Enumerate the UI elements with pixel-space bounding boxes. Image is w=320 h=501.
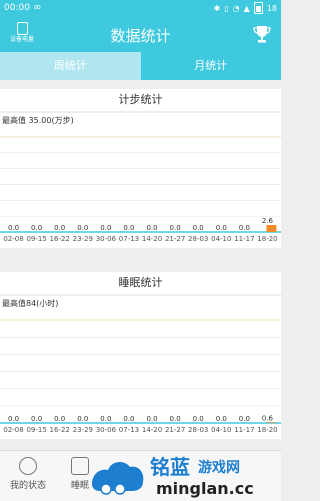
bar: [266, 422, 277, 423]
bar-value-label: 0.0: [239, 415, 250, 423]
status-icon: [19, 457, 37, 475]
x-tick-label: 28-03: [188, 235, 208, 243]
nav-my-status-label: 我的状态: [9, 481, 46, 491]
bluetooth-icon: ✱: [213, 3, 221, 13]
bar-value-label: 0.0: [239, 224, 250, 232]
watermark-url: minglan.cc: [156, 479, 254, 498]
bar-value-label: 0.0: [146, 415, 157, 423]
x-tick-label: 18-20: [257, 426, 277, 434]
bar-value-label: 0.0: [193, 224, 204, 232]
steps-section-title: 计步统计: [0, 89, 281, 111]
status-bar: 00:00 ∞ ✱ ▯ ◔ ▲ 18: [0, 0, 281, 18]
bar-value-label: 0.0: [77, 415, 88, 423]
bar-value-label: 0.0: [146, 224, 157, 232]
x-tick-label: 28-03: [188, 426, 208, 434]
infinity-icon: ∞: [33, 2, 42, 13]
bar-value-label: 0.0: [123, 224, 134, 232]
sleep-icon: [71, 457, 89, 475]
watermark-brand: 铭蓝: [150, 455, 190, 479]
x-tick-label: 09-15: [26, 235, 46, 243]
x-tick-label: 11-17: [234, 426, 254, 434]
chart-svg: 最高值 35.00(万步) 0.0 02-08 0.0 09-15 0.0 16-22 0.0…: [0, 115, 281, 243]
period-tabs: 周统计 月统计: [0, 52, 281, 80]
battery-icon: [253, 2, 263, 14]
x-tick-label: 14-20: [142, 235, 162, 243]
sleep-section-title: 睡眠统计: [0, 272, 281, 294]
x-tick-label: 16-22: [50, 235, 70, 243]
trophy-icon[interactable]: [253, 24, 271, 44]
bar-value-label: 0.0: [54, 224, 65, 232]
bar-value-label: 0.0: [31, 415, 42, 423]
bar-value-label: 0.0: [8, 415, 19, 423]
x-tick-label: 21-27: [165, 235, 185, 243]
x-tick-label: 09-15: [26, 426, 46, 434]
bar-value-label: 0.6: [262, 414, 274, 422]
vibrate-icon: ▯: [224, 3, 229, 13]
bar-value-label: 0.0: [170, 224, 181, 232]
bar-value-label: 0.0: [77, 224, 88, 232]
bar-value-label: 2.6: [262, 217, 274, 225]
x-tick-label: 04-10: [211, 235, 231, 243]
watermark-tagline: 游戏网: [198, 459, 240, 476]
x-tick-label: 30-06: [96, 235, 117, 243]
x-tick-label: 23-29: [73, 235, 93, 243]
nav-sleep-label: 睡眠: [70, 481, 89, 491]
bar: [266, 224, 277, 232]
x-tick-label: 23-29: [73, 426, 93, 434]
bar-value-label: 0.0: [8, 224, 19, 232]
x-tick-label: 11-17: [234, 235, 254, 243]
x-tick-label: 04-10: [211, 426, 231, 434]
tab-week[interactable]: 周统计: [0, 52, 141, 80]
max-value-label: 最高值 35.00(万步): [2, 115, 74, 125]
sleep-chart: 最高值84(小时) 0.0 02-08 0.0 09-15 0.0 16-22 0.0 23-2…: [0, 296, 281, 439]
watermark-logo: 铭蓝 游戏网 minglan.cc: [92, 455, 254, 498]
x-tick-label: 16-22: [50, 426, 70, 434]
page-title: 数据统计: [110, 27, 171, 45]
app-header: 设备电量 数据统计: [0, 18, 281, 52]
bar-value-label: 0.0: [193, 415, 204, 423]
chart-svg: 最高值84(小时) 0.0 02-08 0.0 09-15 0.0 16-22 0.0 23-2…: [0, 298, 281, 434]
x-tick-label: 02-08: [3, 235, 23, 243]
bar-value-label: 0.0: [100, 224, 111, 232]
x-tick-label: 02-08: [3, 426, 23, 434]
nav-my-status[interactable]: 我的状态: [0, 457, 56, 491]
x-tick-label: 30-06: [96, 426, 117, 434]
max-value-label: 最高值84(小时): [2, 298, 58, 308]
x-tick-label: 18-20: [257, 235, 277, 243]
bar-value-label: 0.0: [216, 415, 227, 423]
bar-value-label: 0.0: [216, 224, 227, 232]
wifi-icon: ◔: [232, 3, 240, 13]
bar-value-label: 0.0: [31, 224, 42, 232]
tab-month[interactable]: 月统计: [141, 52, 282, 80]
battery-level: 18: [266, 3, 277, 13]
bar-value-label: 0.0: [54, 415, 65, 423]
x-tick-label: 07-13: [119, 426, 139, 434]
x-tick-label: 21-27: [165, 426, 185, 434]
status-time: 00:00: [4, 3, 30, 13]
bar-value-label: 0.0: [170, 415, 181, 423]
bar-value-label: 0.0: [123, 415, 134, 423]
signal-icon: ▲: [243, 3, 250, 13]
x-tick-label: 07-13: [119, 235, 139, 243]
x-tick-label: 14-20: [142, 426, 162, 434]
bar-value-label: 0.0: [100, 415, 111, 423]
steps-chart: 最高值 35.00(万步) 0.0 02-08 0.0 09-15 0.0 16-22 0.0…: [0, 113, 281, 248]
status-icons: ✱ ▯ ◔ ▲ 18: [214, 2, 277, 14]
